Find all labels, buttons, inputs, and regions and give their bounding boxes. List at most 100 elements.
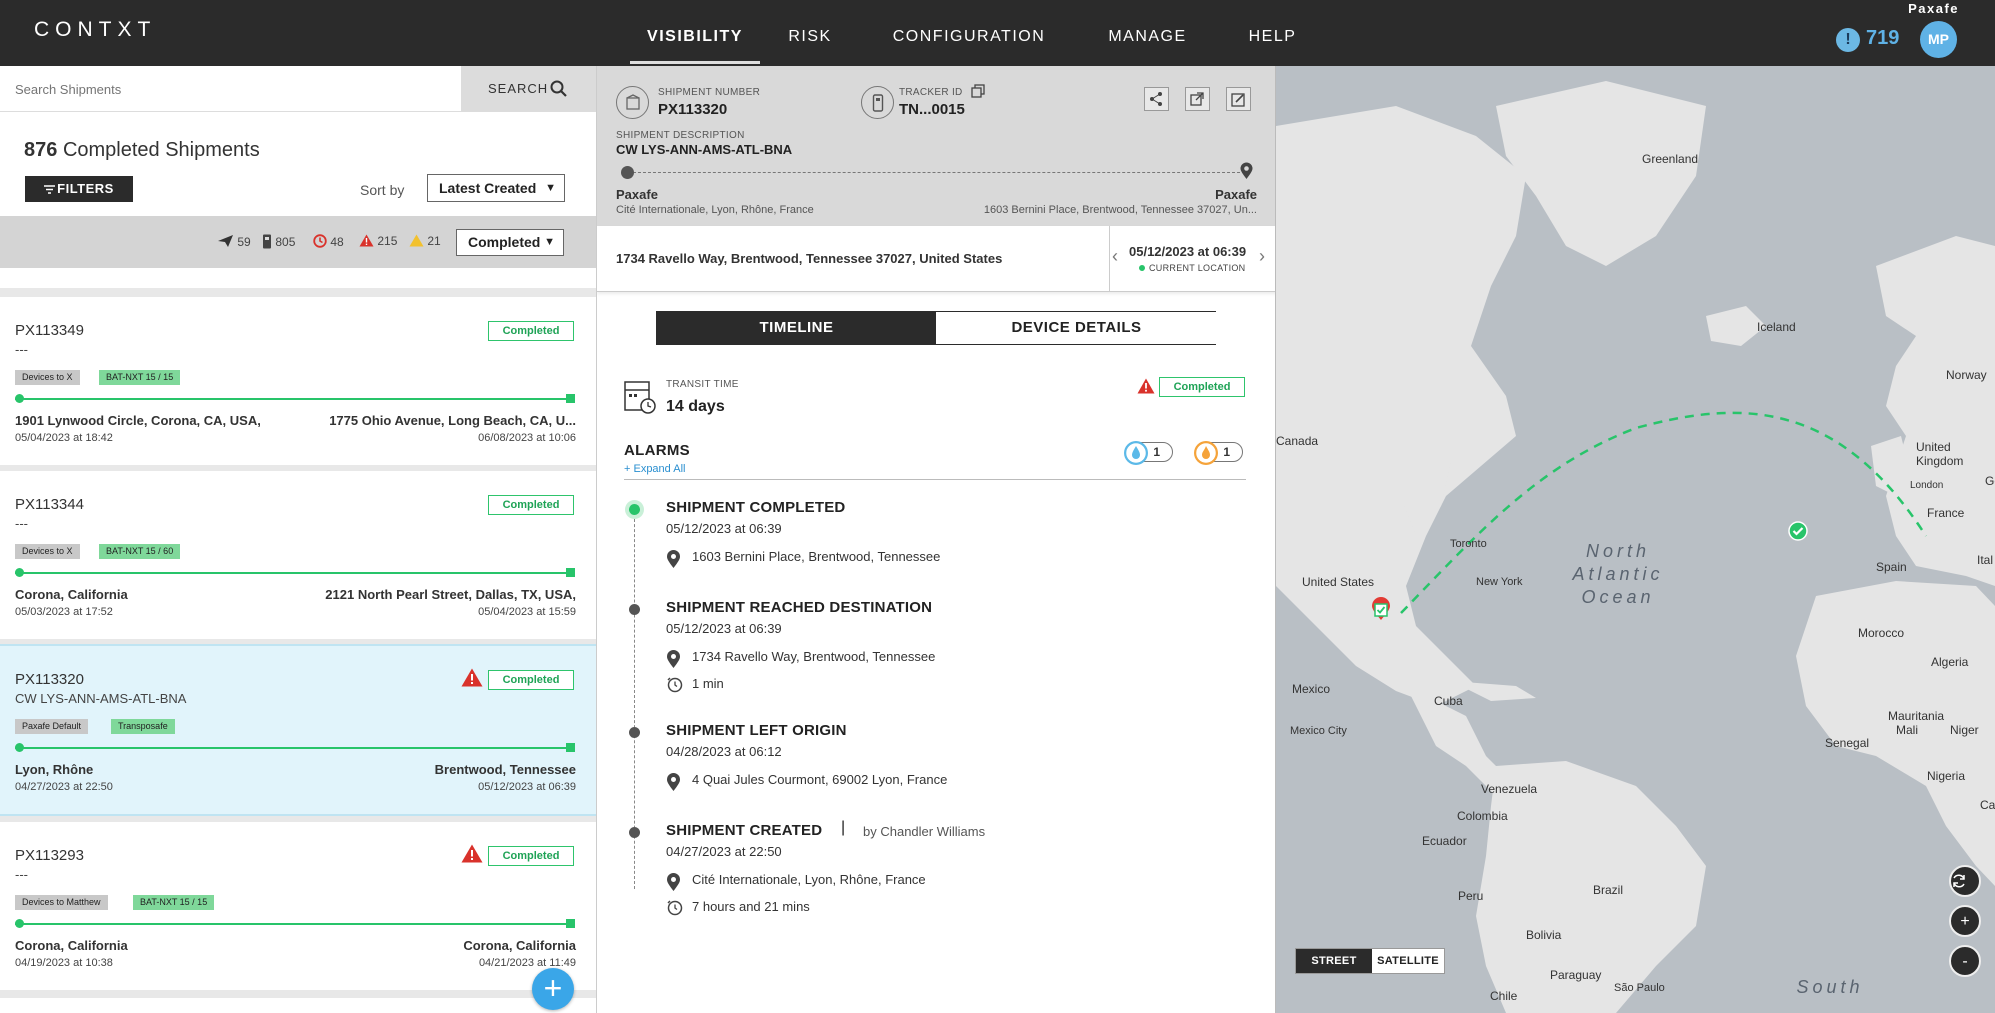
tab-timeline[interactable]: TIMELINE xyxy=(657,312,936,344)
humidity-icon xyxy=(1124,441,1148,465)
nav-risk[interactable]: RISK xyxy=(780,0,840,66)
temperature-alarm-count[interactable]: 1 xyxy=(1194,441,1243,465)
origin-date: 05/03/2023 at 17:52 xyxy=(15,606,113,618)
destination-date: 04/21/2023 at 11:49 xyxy=(478,957,576,969)
nav-visibility[interactable]: VISIBILITY xyxy=(630,0,760,64)
shipment-number: PX113320 xyxy=(658,101,728,118)
shipment-card[interactable]: PX113349 --- Completed Devices to X BAT-… xyxy=(0,297,596,465)
map-label: Paraguay xyxy=(1550,968,1602,982)
zoom-in-button[interactable]: + xyxy=(1949,905,1981,937)
tab-device-details[interactable]: DEVICE DETAILS xyxy=(937,312,1216,344)
map-label: Canada xyxy=(1276,434,1319,448)
event-location: 1734 Ravello Way, Brentwood, Tennessee xyxy=(666,649,935,672)
map-label: France xyxy=(1927,506,1965,520)
destination-name: Paxafe xyxy=(1215,187,1257,202)
alert-count[interactable]: 719 xyxy=(1866,27,1899,50)
warning-icon xyxy=(461,844,483,863)
origin-dot xyxy=(15,394,24,403)
edit-button[interactable] xyxy=(1226,87,1251,111)
map-label: Peru xyxy=(1458,889,1484,903)
route-line xyxy=(628,172,1245,173)
search-input[interactable] xyxy=(0,66,440,112)
refresh-map-button[interactable] xyxy=(1949,865,1981,897)
chevron-left-icon[interactable]: ‹ xyxy=(1112,246,1118,267)
map-type-street[interactable]: STREET xyxy=(1296,949,1372,973)
map-type-satellite[interactable]: SATELLITE xyxy=(1372,949,1444,973)
refresh-icon xyxy=(1953,874,1965,888)
tracker-device-icon xyxy=(861,86,894,119)
shipment-marker-icon[interactable] xyxy=(1370,596,1392,622)
nav-help[interactable]: HELP xyxy=(1240,0,1305,66)
sort-select[interactable]: Latest Created ▼ xyxy=(427,174,565,202)
map-label: United Kingdom xyxy=(1916,440,1964,468)
add-shipment-button[interactable]: + xyxy=(532,968,574,1010)
destination-dot xyxy=(566,919,575,928)
description-label: SHIPMENT DESCRIPTION xyxy=(616,130,745,141)
open-external-button[interactable] xyxy=(1185,87,1210,111)
user-avatar[interactable]: MP xyxy=(1920,21,1957,58)
nav-configuration[interactable]: CONFIGURATION xyxy=(884,0,1054,66)
status-badge: Completed xyxy=(1159,377,1245,397)
expand-all-link[interactable]: + Expand All xyxy=(624,463,685,475)
shipment-card-selected[interactable]: PX113320 CW LYS-ANN-AMS-ATL-BNA Complete… xyxy=(0,644,596,816)
shipment-tag: Transposafe xyxy=(111,719,175,734)
stat-in-transit[interactable]: 59 xyxy=(217,234,251,249)
stat-trackers[interactable]: 805 xyxy=(262,234,295,249)
event-location-text: 1603 Bernini Place, Brentwood, Tennessee xyxy=(692,549,941,564)
shipment-id: PX113293 xyxy=(15,847,84,864)
tracker-id: TN...0015 xyxy=(899,101,965,118)
clock-alert-icon xyxy=(313,234,327,248)
event-date: 04/27/2023 at 22:50 xyxy=(666,844,782,859)
search-button[interactable]: SEARCH xyxy=(461,66,596,112)
progress-track xyxy=(15,572,573,574)
chevron-right-icon[interactable]: › xyxy=(1259,246,1265,267)
event-duration: 1 min xyxy=(666,676,724,697)
stat-warning-value: 21 xyxy=(427,234,441,248)
map-label: Iceland xyxy=(1757,320,1796,334)
stat-in-transit-value: 59 xyxy=(237,235,251,249)
alert-icon[interactable]: ! xyxy=(1836,28,1860,52)
event-duration-text: 7 hours and 21 mins xyxy=(692,899,810,914)
status-filter-select[interactable]: Completed ▼ xyxy=(456,229,564,256)
shipment-description: CW LYS-ANN-AMS-ATL-BNA xyxy=(15,691,187,706)
filters-button[interactable]: FILTERS xyxy=(25,176,133,202)
top-navigation-bar: CONTXT VISIBILITY RISK CONFIGURATION MAN… xyxy=(0,0,1995,66)
yellow-warning-icon xyxy=(409,234,424,247)
zoom-out-button[interactable]: - xyxy=(1949,945,1981,977)
list-item-partial xyxy=(0,998,596,1013)
map-label: Mexico City xyxy=(1290,725,1347,737)
stat-critical[interactable]: 215 xyxy=(359,234,397,248)
map-label: Niger xyxy=(1950,723,1979,737)
edit-icon xyxy=(1231,93,1245,107)
chevron-down-icon: ▼ xyxy=(544,236,555,248)
map-label: Brazil xyxy=(1593,883,1624,897)
timeline-node xyxy=(629,727,640,738)
app-logo[interactable]: CONTXT xyxy=(34,18,156,42)
list-item-partial xyxy=(0,268,596,288)
sort-by-label: Sort by xyxy=(360,182,405,198)
map-label: Colombia xyxy=(1457,809,1508,823)
map-view[interactable]: Greenland Iceland Norway Canada United K… xyxy=(1276,66,1995,1013)
stat-warning[interactable]: 21 xyxy=(409,234,441,248)
chevron-down-icon: ▼ xyxy=(545,182,556,194)
external-link-icon xyxy=(1190,92,1204,106)
tracker-id-label: TRACKER ID xyxy=(899,87,963,98)
shipment-card[interactable]: PX113344 --- Completed Devices to X BAT-… xyxy=(0,471,596,639)
copy-icon[interactable] xyxy=(971,84,985,98)
map-label: Cuba xyxy=(1434,694,1463,708)
stat-delayed[interactable]: 48 xyxy=(313,234,344,249)
stat-trackers-value: 805 xyxy=(275,235,296,249)
filters-label: FILTERS xyxy=(57,181,114,196)
shipment-card[interactable]: PX113293 --- Completed Devices to Matthe… xyxy=(0,822,596,990)
destination-pin-icon xyxy=(1240,162,1253,179)
event-title: SHIPMENT REACHED DESTINATION xyxy=(666,599,933,616)
share-button[interactable] xyxy=(1144,87,1169,111)
shipment-list-panel: SEARCH 876 Completed Shipments FILTERS S… xyxy=(0,66,596,1013)
event-title: SHIPMENT CREATED xyxy=(666,822,823,839)
divider xyxy=(1109,226,1110,292)
origin-marker-icon[interactable] xyxy=(1788,521,1808,541)
event-created-by: by Chandler Williams xyxy=(863,824,986,839)
humidity-alarm-count[interactable]: 1 xyxy=(1124,441,1173,465)
map-label: Mali xyxy=(1896,723,1919,737)
nav-manage[interactable]: MANAGE xyxy=(1100,0,1195,66)
